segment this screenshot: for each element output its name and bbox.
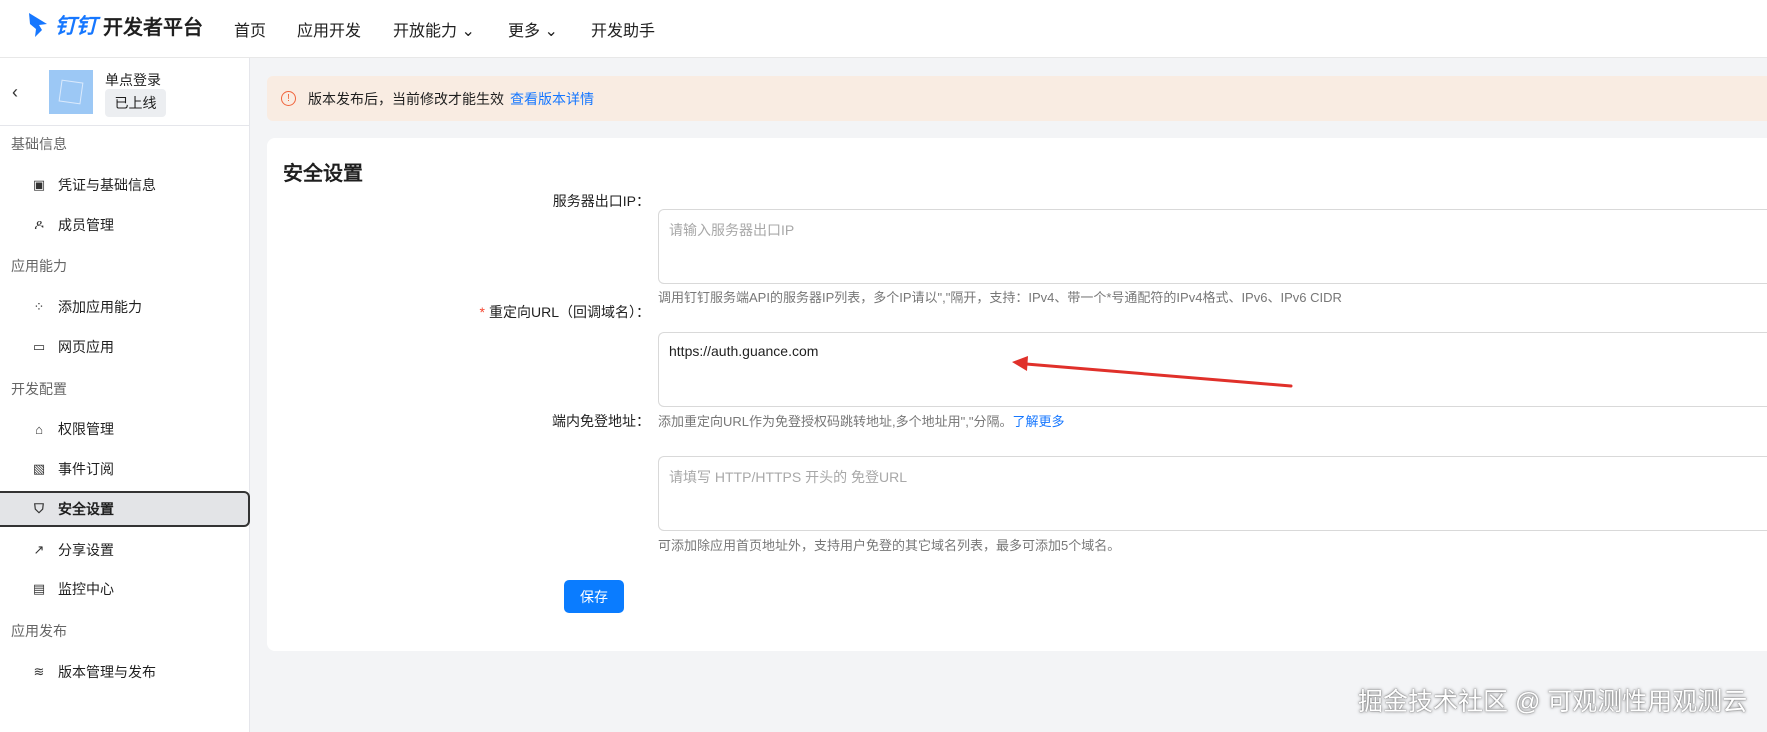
section-basic-info: 基础信息	[11, 136, 67, 152]
section-dev-config: 开发配置	[11, 381, 67, 397]
dingtalk-bird-icon	[29, 13, 47, 37]
sidebar-item-label: 网页应用	[58, 339, 114, 355]
section-app-capability: 应用能力	[11, 258, 67, 274]
nav-label: 更多	[508, 23, 541, 40]
app-name: 单点登录	[105, 72, 161, 88]
sidebar-item-label: 凭证与基础信息	[58, 177, 156, 193]
sidebar-item-events[interactable]: ▧ 事件订阅	[0, 451, 250, 487]
divider	[0, 125, 250, 126]
monitor-icon: ▤	[32, 581, 46, 596]
brand-name: 钉钉	[55, 15, 97, 38]
sidebar-item-versions[interactable]: ≋ 版本管理与发布	[0, 654, 250, 690]
info-circle-icon: !	[281, 91, 296, 106]
server-ip-help: 调用钉钉服务端API的服务器IP列表，多个IP请以","隔开，支持：IPv4、带…	[658, 290, 1342, 305]
user-icon: ዶ	[34, 217, 44, 232]
nav-app-dev[interactable]: 应用开发	[297, 17, 361, 41]
sidebar-item-credentials[interactable]: ▣ 凭证与基础信息	[0, 167, 250, 203]
nav-home[interactable]: 首页	[234, 17, 266, 41]
learn-more-link[interactable]: 了解更多	[1012, 414, 1064, 429]
sidebar: ‹ 单点登录 已上线 基础信息 ▣ 凭证与基础信息 ዶ 成员管理 应用能力 ⁘ 添加应…	[0, 58, 250, 732]
app-status-badge: 已上线	[105, 89, 166, 117]
sidebar-item-label: 事件订阅	[58, 461, 114, 477]
lock-icon: ⌂	[35, 421, 43, 437]
section-app-release: 应用发布	[11, 623, 67, 639]
required-mark: *	[479, 304, 485, 320]
server-ip-input[interactable]	[658, 209, 1767, 284]
platform-name: 开发者平台	[103, 16, 203, 39]
sidebar-item-label: 权限管理	[58, 421, 114, 437]
redirect-url-help-text: 添加重定向URL作为免登授权码跳转地址,多个地址用","分隔。	[658, 414, 1013, 429]
browser-icon: ▭	[32, 339, 46, 354]
chevron-down-icon: ⌄	[461, 23, 475, 40]
redirect-url-input[interactable]: https://auth.guance.com	[658, 332, 1767, 407]
nav-dev-assistant[interactable]: 开发助手	[591, 17, 655, 41]
nav-open-capability[interactable]: 开放能力 ⌄	[393, 17, 475, 41]
redirect-url-label-text: 重定向URL（回调域名）：	[488, 304, 650, 320]
sidebar-item-share[interactable]: ↗ 分享设置	[0, 532, 250, 568]
chevron-down-icon: ⌄	[544, 23, 558, 40]
nav-more[interactable]: 更多 ⌄	[508, 17, 558, 41]
sidebar-item-monitor[interactable]: ▤ 监控中心	[0, 571, 250, 607]
sidebar-item-security[interactable]: ⛉ 安全设置	[0, 491, 250, 527]
server-ip-label: 服务器出口IP：	[552, 193, 650, 209]
sidebar-item-label: 监控中心	[58, 581, 114, 597]
page-title: 安全设置	[283, 163, 363, 185]
sidebar-item-label: 添加应用能力	[58, 299, 142, 315]
version-notice-banner: ! 版本发布后，当前修改才能生效 查看版本详情	[267, 76, 1767, 121]
sso-url-input[interactable]	[658, 456, 1767, 531]
nav-label: 开放能力	[393, 23, 458, 40]
back-chevron-icon[interactable]: ‹	[12, 82, 18, 103]
sidebar-item-permissions[interactable]: ⌂ 权限管理	[0, 411, 250, 447]
sidebar-item-label: 成员管理	[58, 217, 114, 233]
top-header: 钉钉 开发者平台 首页 应用开发 开放能力 ⌄ 更多 ⌄ 开发助手	[0, 0, 1767, 58]
view-version-details-link[interactable]: 查看版本详情	[510, 89, 594, 109]
sso-url-help: 可添加除应用首页地址外，支持用户免登的其它域名列表，最多可添加5个域名。	[658, 538, 1121, 553]
share-icon: ↗	[33, 542, 45, 557]
layers-icon: ≋	[33, 664, 45, 679]
apps-add-icon: ⁘	[33, 299, 45, 314]
sso-url-label: 端内免登地址：	[552, 413, 650, 429]
redirect-url-label: * 重定向URL（回调域名）：	[270, 302, 650, 322]
credential-icon: ▣	[32, 177, 46, 192]
app-avatar	[49, 70, 93, 114]
sidebar-item-label: 分享设置	[58, 542, 114, 558]
notice-text: 版本发布后，当前修改才能生效	[308, 90, 504, 107]
sidebar-item-members[interactable]: ዶ 成员管理	[0, 207, 250, 243]
save-button[interactable]: 保存	[564, 580, 624, 613]
rss-icon: ▧	[32, 461, 46, 476]
dingtalk-logo[interactable]: 钉钉 开发者平台	[27, 10, 203, 40]
sidebar-item-web-app[interactable]: ▭ 网页应用	[0, 329, 250, 365]
redirect-url-help: 添加重定向URL作为免登授权码跳转地址,多个地址用","分隔。了解更多	[658, 411, 1064, 430]
shield-icon: ⛉	[34, 501, 44, 516]
security-settings-card: 安全设置 服务器出口IP： 调用钉钉服务端API的服务器IP列表，多个IP请以"…	[267, 138, 1767, 651]
sidebar-item-label: 安全设置	[58, 501, 114, 517]
sidebar-item-label: 版本管理与发布	[58, 664, 156, 680]
watermark: 掘金技术社区 @ 可观测性用观测云	[1358, 688, 1748, 716]
sidebar-item-add-capability[interactable]: ⁘ 添加应用能力	[0, 289, 250, 325]
